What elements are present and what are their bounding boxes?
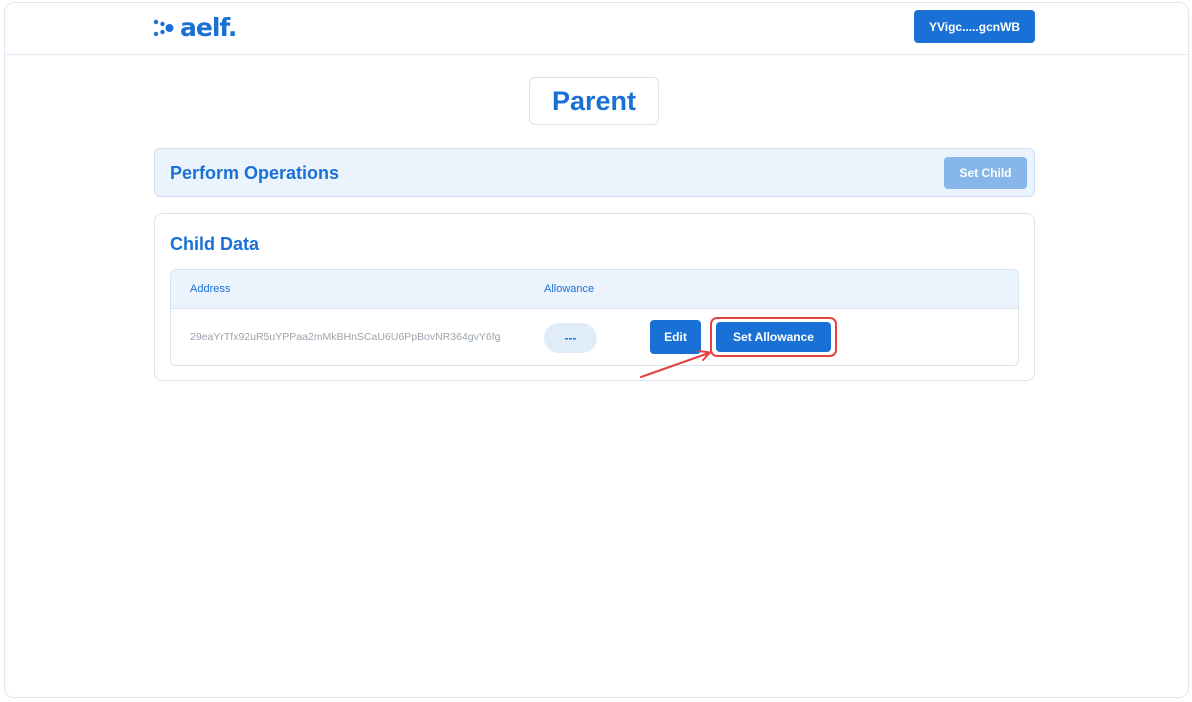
set-child-button[interactable]: Set Child: [944, 157, 1027, 189]
allowance-value-pill: ---: [544, 323, 597, 353]
column-header-address: Address: [190, 283, 231, 295]
wallet-address-button[interactable]: YVigc.....gcnWB: [914, 10, 1035, 43]
child-data-card: Child Data Address Allowance 29eaYrTfx92…: [154, 213, 1035, 381]
aelf-logo[interactable]: aelf.: [153, 13, 237, 43]
top-header: aelf. YVigc.....gcnWB: [5, 3, 1188, 55]
child-data-table: Address Allowance 29eaYrTfx92uR5uYPPaa2m…: [170, 269, 1019, 366]
resize-handle-icon[interactable]: [1185, 691, 1188, 697]
table-header: Address Allowance: [171, 270, 1018, 309]
red-arrow-icon: [639, 347, 717, 386]
aelf-dots-icon: [153, 18, 175, 38]
logo-text: aelf.: [180, 13, 237, 42]
page-title: Parent: [529, 77, 659, 125]
operations-title: Perform Operations: [170, 163, 340, 183]
child-address-cell: 29eaYrTfx92uR5uYPPaa2mMkBHnSCaU6U6PpBovN…: [190, 331, 501, 343]
table-row: 29eaYrTfx92uR5uYPPaa2mMkBHnSCaU6U6PpBovN…: [171, 310, 1018, 365]
set-allowance-button[interactable]: Set Allowance: [716, 322, 831, 352]
column-header-allowance: Allowance: [544, 283, 595, 295]
child-data-title: Child Data: [170, 234, 260, 254]
perform-operations-bar: Perform Operations Set Child: [154, 148, 1035, 197]
app-window: aelf. YVigc.....gcnWB Parent Perform Ope…: [4, 2, 1189, 698]
highlight-box: Set Allowance: [710, 317, 837, 357]
